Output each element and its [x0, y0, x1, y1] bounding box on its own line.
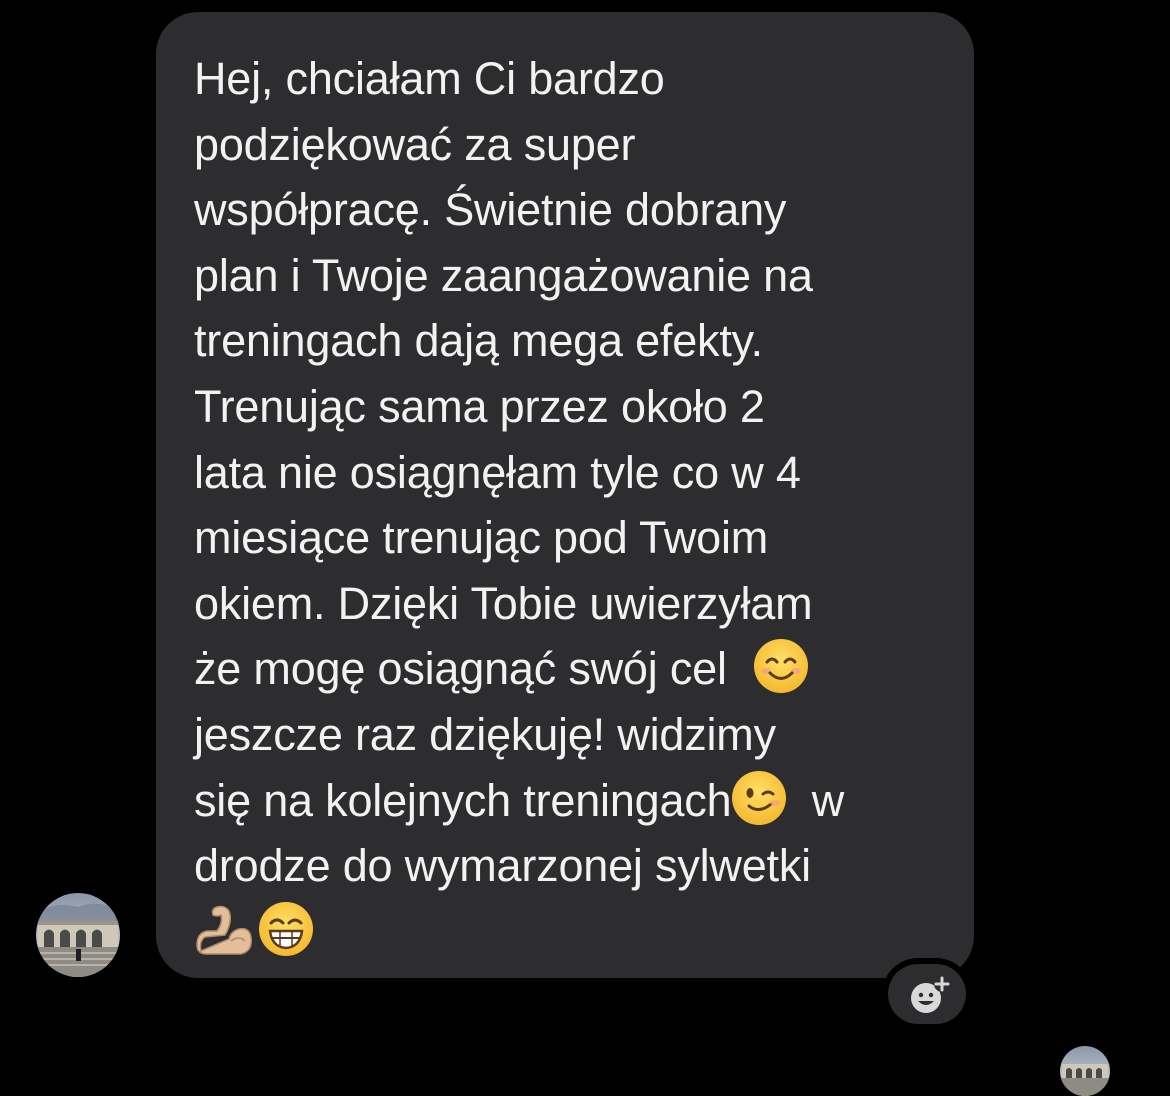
message-line: Trenując sama przez około 2 — [194, 380, 765, 432]
read-receipt-photo — [1060, 1046, 1110, 1096]
message-text: że mogę osiągnąć swój cel — [194, 643, 727, 695]
message-line-with-emoji: że mogę osiągnąć swój cel — [194, 636, 944, 702]
message-line: lata nie osiągnęłam tyle co w 4 — [194, 446, 801, 498]
message-line: współpracę. Świetnie dobrany — [194, 184, 787, 236]
message-line: plan i Twoje zaangażowanie na — [194, 249, 813, 301]
message-line: drodze do wymarzonej sylwetki — [194, 840, 811, 892]
message-line: miesiące trenując pod Twoim — [194, 512, 769, 564]
read-receipt-avatar — [1060, 1046, 1110, 1096]
message-bubble[interactable]: Hej, chciałam Ci bardzo podziękować za s… — [156, 12, 974, 978]
winking-face-emoji — [732, 770, 787, 825]
message-line-with-emoji: się na kolejnych treningach w — [194, 768, 944, 834]
message-text: w — [811, 774, 845, 826]
add-reaction-icon — [911, 976, 950, 1013]
add-reaction-pill — [888, 964, 966, 1024]
message-text: się na kolejnych treningach — [194, 774, 732, 826]
message-line: podziękować za super — [194, 118, 636, 170]
message-line-emojis — [194, 899, 944, 965]
smiling-face-emoji — [754, 639, 809, 694]
message-line: Hej, chciałam Ci bardzo — [194, 53, 665, 104]
message-line: jeszcze raz dziękuję! widzimy — [194, 708, 776, 760]
message-line: treningach dają mega efekty. — [194, 315, 763, 367]
flexed-biceps-emoji — [196, 905, 253, 955]
grinning-face-emoji — [259, 901, 313, 956]
message-line: okiem. Dzięki Tobie uwierzyłam — [194, 577, 813, 629]
add-reaction-button[interactable] — [882, 958, 972, 1030]
profile-photo — [36, 893, 120, 977]
sender-avatar[interactable] — [36, 893, 120, 977]
